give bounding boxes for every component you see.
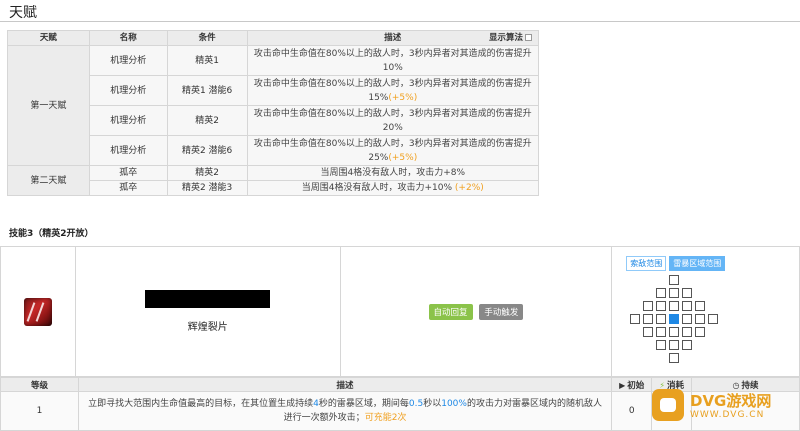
range-cell <box>682 300 693 311</box>
talent-row: 第一天赋 机理分析 精英1 攻击命中生命值在80%以上的敌人时，3秒内异者对其造… <box>7 45 540 166</box>
range-cell <box>669 326 680 337</box>
range-cell <box>669 287 680 298</box>
checkbox-icon[interactable] <box>525 34 532 41</box>
charge-note: 可充能2次 <box>364 413 407 423</box>
skill-info-table: 辉煌裂片 自动回复 手动触发 索敌范围 雷暴区域范围 <box>0 246 800 377</box>
talent-name: 机理分析 <box>88 135 168 166</box>
skill-icon <box>23 297 52 326</box>
range-cell <box>656 339 667 350</box>
header-initial-label: 初始 <box>627 380 645 391</box>
range-cell <box>630 313 641 324</box>
watermark-logo-icon <box>652 389 684 421</box>
range-cell <box>643 313 654 324</box>
talent-group-label: 第一天赋 <box>7 45 90 166</box>
talent-desc-text: 攻击命中生命值在80%以上的敌人时，3秒内异者对其造成的伤害提升10% <box>253 48 532 73</box>
header-initial: ▶ 初始 <box>611 377 653 392</box>
talent-desc: 攻击命中生命值在80%以上的敌人时，3秒内异者对其造成的伤害提升15%(+5%) <box>246 75 540 106</box>
talent-bonus: (+5%) <box>388 92 418 103</box>
talent-desc: 当周围4格没有敌人时，攻击力+10% (+2%) <box>246 180 540 196</box>
range-cell <box>695 326 706 337</box>
watermark: DVG游戏网 WWW.DVG.CN <box>652 389 792 423</box>
range-cell <box>656 313 667 324</box>
talent-condition: 精英2 潜能3 <box>166 180 248 196</box>
header-condition: 条件 <box>166 30 248 46</box>
range-cell <box>682 339 693 350</box>
talent-condition: 精英2 <box>166 105 248 136</box>
range-cell <box>695 300 706 311</box>
talent-name: 机理分析 <box>88 75 168 106</box>
sp-type-badge: 自动回复 <box>428 303 473 320</box>
trigger-badge: 手动触发 <box>479 303 524 320</box>
desc-part: 立即寻找大范围内生命值最高的目标，在其位置生成持续 <box>88 399 314 409</box>
range-cell <box>656 326 667 337</box>
range-cell <box>669 300 680 311</box>
desc-part: 秒的雷暴区域，期间每 <box>318 399 409 409</box>
talent-desc: 攻击命中生命值在80%以上的敌人时，3秒内异者对其造成的伤害提升25%(+5%) <box>246 135 540 166</box>
tab-target-range[interactable]: 索敌范围 <box>626 255 667 271</box>
talent-table: 天赋 名称 条件 描述 显示算法 第一天赋 机理分析 精英1 攻击命中生命值在8… <box>7 30 540 196</box>
range-cell <box>682 326 693 337</box>
talent-name: 孤卒 <box>88 180 168 196</box>
header-talent: 天赋 <box>7 30 90 46</box>
desc-value: 100% <box>441 399 467 409</box>
show-formula-toggle[interactable]: 显示算法 <box>489 31 532 45</box>
talent-desc-text: 当周围4格没有敌人时，攻击力+8% <box>320 168 466 178</box>
range-cell <box>708 313 719 324</box>
talent-condition: 精英1 潜能6 <box>166 75 248 106</box>
talent-bonus: (+2%) <box>454 183 484 193</box>
redaction-bar <box>145 290 271 308</box>
header-description-label: 描述 <box>384 33 402 43</box>
talent-desc: 攻击命中生命值在80%以上的敌人时，3秒内异者对其造成的伤害提升20% <box>246 105 540 136</box>
range-cell <box>656 287 667 298</box>
header-level-desc: 描述 <box>77 377 613 392</box>
range-cell <box>669 274 680 285</box>
talent-group-label: 第二天赋 <box>7 165 90 196</box>
range-cell <box>643 300 654 311</box>
watermark-url: WWW.DVG.CN <box>690 410 765 420</box>
talent-desc-text: 攻击命中生命值在80%以上的敌人时，3秒内异者对其造成的伤害提升20% <box>253 108 532 133</box>
show-formula-label: 显示算法 <box>488 33 523 43</box>
desc-part: 秒以 <box>423 399 442 409</box>
watermark-text: DVG游戏网 <box>690 392 772 410</box>
talent-desc-text: 当周围4格没有敌人时，攻击力+10% <box>301 183 453 193</box>
talent-desc: 攻击命中生命值在80%以上的敌人时，3秒内异者对其造成的伤害提升10% <box>246 45 540 76</box>
header-name: 名称 <box>88 30 168 46</box>
skill-icon-cell <box>0 246 76 377</box>
range-cell <box>682 287 693 298</box>
skill-badges-cell: 自动回复 手动触发 <box>339 246 613 377</box>
skill-name-cell: 辉煌裂片 <box>74 246 341 377</box>
level-initial: 0 <box>611 391 653 431</box>
talent-bonus: (+5%) <box>388 152 418 163</box>
talent-desc: 当周围4格没有敌人时，攻击力+8% <box>246 165 540 181</box>
talent-condition: 精英2 潜能6 <box>166 135 248 166</box>
tab-storm-range[interactable]: 雷暴区域范围 <box>669 255 726 271</box>
desc-value: 0.5 <box>408 399 424 409</box>
skill-name: 辉煌裂片 <box>187 322 228 333</box>
talent-condition: 精英2 <box>166 165 248 181</box>
range-cell <box>682 313 693 324</box>
range-cell-self <box>669 313 680 324</box>
range-grid <box>630 274 722 367</box>
talent-name: 机理分析 <box>88 45 168 76</box>
header-level: 等级 <box>0 377 79 392</box>
page-title: 天赋 <box>9 5 37 21</box>
title-divider <box>0 21 800 22</box>
talent-name: 机理分析 <box>88 105 168 136</box>
play-icon: ▶ <box>619 380 626 390</box>
range-cell <box>695 313 706 324</box>
range-cell <box>669 339 680 350</box>
range-cell: 索敌范围 雷暴区域范围 <box>611 246 800 377</box>
range-cell <box>656 300 667 311</box>
level-desc: 立即寻找大范围内生命值最高的目标，在其位置生成持续4秒的雷暴区域，期间每0.5秒… <box>77 391 613 431</box>
talent-name: 孤卒 <box>88 165 168 181</box>
level-value: 1 <box>0 391 79 431</box>
talent-row: 第二天赋 孤卒 精英2 当周围4格没有敌人时，攻击力+8% <box>7 165 540 196</box>
header-description: 描述 显示算法 <box>246 30 540 46</box>
skill-heading: 技能3（精英2开放） <box>9 229 94 239</box>
range-cell <box>669 352 680 363</box>
talent-condition: 精英1 <box>166 45 248 76</box>
range-cell <box>643 326 654 337</box>
